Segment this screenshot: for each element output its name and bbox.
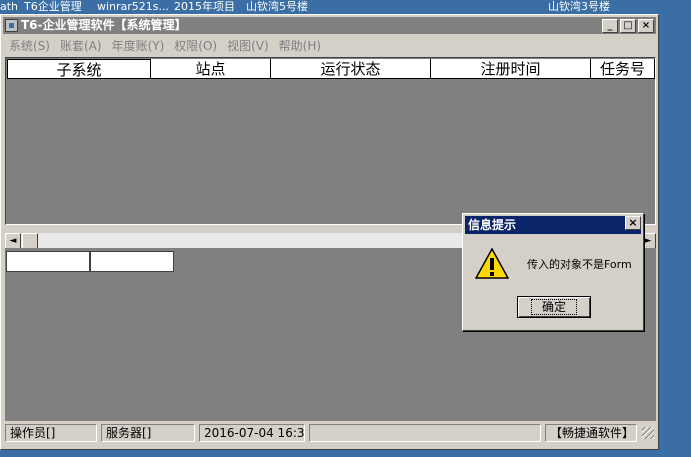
status-brand: 【畅捷通软件】 (545, 424, 637, 442)
column-header-subsystem[interactable]: 子系统 (7, 59, 151, 79)
desktop-item[interactable]: winrar521s... (97, 0, 169, 14)
column-header-task-id[interactable]: 任务号 (591, 59, 655, 79)
status-bar: 操作员[] 服务器[] 2016-07-04 16:39 【畅捷通软件】 (3, 423, 656, 443)
column-header-register-time[interactable]: 注册时间 (431, 59, 591, 79)
window-title: T6-企业管理软件【系统管理】 (21, 18, 187, 32)
menu-system[interactable]: 系统(S) (9, 37, 50, 54)
message-dialog: 信息提示 × 传入的对象不是Form 确定 (462, 213, 644, 331)
menu-bar: 系统(S) 账套(A) 年度账(Y) 权限(O) 视图(V) 帮助(H) (3, 35, 656, 55)
desktop-item[interactable]: ath (0, 0, 18, 14)
maximize-button[interactable]: □ (620, 19, 636, 33)
menu-permission[interactable]: 权限(O) (174, 37, 217, 54)
window-controls: _ □ × (602, 19, 654, 33)
desktop-item[interactable]: T6企业管理 (24, 0, 82, 14)
status-datetime: 2016-07-04 16:39 (199, 424, 305, 442)
desktop-taskbar: ath T6企业管理 winrar521s... 2015年项目 山钦湾5号楼 … (0, 0, 691, 14)
scroll-thumb[interactable] (22, 233, 38, 249)
detail-cell[interactable] (90, 251, 174, 272)
ok-button[interactable]: 确定 (517, 296, 591, 318)
resize-grip-icon[interactable] (642, 427, 654, 439)
menu-fiscal-year[interactable]: 年度账(Y) (112, 37, 165, 54)
close-button[interactable]: × (638, 19, 654, 33)
menu-account[interactable]: 账套(A) (60, 37, 102, 54)
scroll-left-icon[interactable]: ◄ (5, 233, 21, 249)
minimize-button[interactable]: _ (602, 19, 618, 33)
subsystem-grid[interactable]: 子系统 站点 运行状态 注册时间 任务号 (5, 57, 656, 225)
column-header-status[interactable]: 运行状态 (271, 59, 431, 79)
ok-button-label: 确定 (530, 299, 577, 315)
warning-icon (475, 248, 509, 279)
detail-cell[interactable] (6, 251, 90, 272)
dialog-title[interactable]: 信息提示 (465, 216, 641, 234)
menu-help[interactable]: 帮助(H) (279, 37, 321, 54)
grid-header: 子系统 站点 运行状态 注册时间 任务号 (7, 59, 655, 79)
desktop-background (659, 14, 691, 457)
title-bar[interactable]: T6-企业管理软件【系统管理】 _ □ × (3, 17, 656, 34)
desktop-item[interactable]: 2015年项目 (174, 0, 235, 14)
desktop-item[interactable]: 山钦湾5号楼 (246, 0, 308, 14)
status-empty (309, 424, 541, 442)
menu-view[interactable]: 视图(V) (227, 37, 269, 54)
desktop-item[interactable]: 山钦湾3号楼 (548, 0, 610, 14)
column-header-site[interactable]: 站点 (151, 59, 271, 79)
dialog-message: 传入的对象不是Form (527, 258, 632, 271)
dialog-close-button[interactable]: × (625, 216, 641, 230)
status-server: 服务器[] (101, 424, 195, 442)
app-icon (5, 19, 18, 32)
status-operator: 操作员[] (5, 424, 97, 442)
